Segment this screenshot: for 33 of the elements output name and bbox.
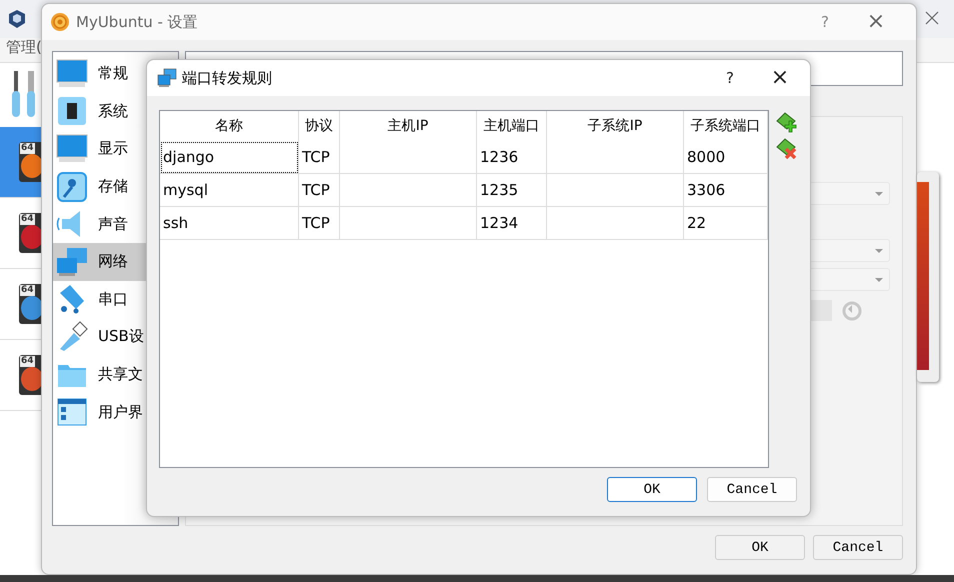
vm-list-item[interactable]: 64 <box>0 127 41 198</box>
badge: 64 <box>20 143 35 154</box>
menu-item[interactable]: 管理( <box>6 38 42 56</box>
column-header[interactable]: 子系统端口 <box>684 111 768 141</box>
close-button[interactable]: × <box>760 67 800 89</box>
dialog-button[interactable]: OK <box>715 535 805 560</box>
table-cell: TCP <box>299 174 340 207</box>
column-header[interactable]: 子系统IP <box>547 111 684 141</box>
column-header[interactable]: 主机端口 <box>477 111 547 141</box>
close-button[interactable]: × <box>856 11 896 33</box>
table-cell: django <box>160 141 299 174</box>
dialog-button[interactable]: OK <box>607 477 697 502</box>
badge: 64 <box>20 356 35 367</box>
badge: 64 <box>20 214 35 225</box>
table-cell: mysql <box>160 174 299 207</box>
table-cell: 22 <box>684 207 768 240</box>
dialog-button[interactable]: Cancel <box>707 477 797 502</box>
table-cell: ssh <box>160 207 299 240</box>
column-header[interactable]: 协议 <box>299 111 340 141</box>
table-cell: 3306 <box>684 174 768 207</box>
dialog-button[interactable]: Cancel <box>813 535 903 560</box>
badge: 64 <box>20 285 35 296</box>
window-title: MyUbuntu - 设置 <box>76 12 198 32</box>
table-cell: 1235 <box>477 174 547 207</box>
table-cell: 1234 <box>477 207 547 240</box>
table-cell: 8000 <box>684 141 768 174</box>
column-header[interactable]: 主机IP <box>340 111 477 141</box>
column-header[interactable]: 名称 <box>160 111 299 141</box>
help-button[interactable]: ? <box>705 69 755 87</box>
table-cell: TCP <box>299 141 340 174</box>
table-cell: TCP <box>299 207 340 240</box>
table-cell: 1236 <box>477 141 547 174</box>
window-title: 端口转发规则 <box>182 68 272 88</box>
